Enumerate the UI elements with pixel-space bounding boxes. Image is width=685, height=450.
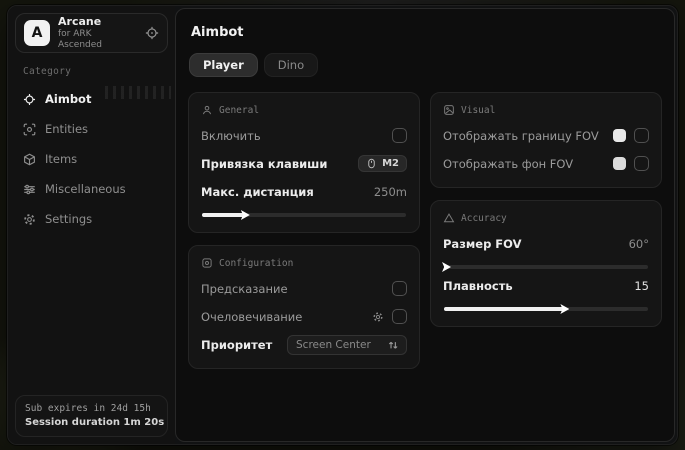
app-name: Arcane	[58, 16, 137, 29]
person-target-icon	[201, 104, 213, 116]
tab-bar: Player Dino	[189, 53, 662, 77]
card-title: Accuracy	[461, 213, 507, 224]
fov-size-slider[interactable]	[444, 265, 648, 269]
gear-icon	[23, 213, 36, 226]
scan-icon	[23, 123, 36, 136]
setting-label: Включить	[201, 129, 261, 143]
sidebar-nav: Aimbot Entities	[8, 82, 175, 236]
sidebar-item-items[interactable]: Items	[15, 144, 168, 174]
session-duration-text: Session duration 1m 20s	[25, 417, 158, 428]
prediction-checkbox[interactable]	[392, 281, 407, 296]
setting-row-fov-border: Отображать границу FOV	[443, 124, 649, 147]
slider-thumb[interactable]	[560, 304, 569, 314]
setting-label: Отображать границу FOV	[443, 129, 599, 143]
setting-row-enable: Включить	[201, 124, 407, 147]
sliders-icon	[23, 183, 36, 196]
sidebar-item-label: Settings	[45, 212, 92, 226]
fov-bg-color-swatch[interactable]	[613, 157, 626, 170]
card-visual: Visual Отображать границу FOV Отображать…	[430, 92, 662, 188]
app-logo-card: A Arcane for ARK Ascended	[15, 13, 168, 53]
fov-border-color-swatch[interactable]	[613, 129, 626, 142]
cheat-window: A Arcane for ARK Ascended Category	[7, 5, 678, 445]
setting-row-fov-size: Размер FOV 60°	[443, 232, 649, 255]
keybind-button[interactable]: M2	[358, 155, 407, 172]
sidebar-item-entities[interactable]: Entities	[15, 114, 168, 144]
setting-row-keybind: Привязка клавиши M2	[201, 152, 407, 175]
setting-row-distance: Макс. дистанция 250m	[201, 180, 407, 203]
smoothness-slider[interactable]	[444, 307, 648, 311]
screen: A Arcane for ARK Ascended Category	[0, 0, 685, 450]
setting-label: Плавность	[443, 279, 513, 293]
crosshair-icon	[23, 93, 36, 106]
sidebar-item-label: Aimbot	[45, 92, 91, 106]
fov-border-checkbox[interactable]	[634, 128, 649, 143]
triangle-icon	[443, 212, 455, 224]
sub-expires-text: Sub expires in 24d 15h	[25, 403, 158, 414]
gear-icon[interactable]	[372, 311, 384, 323]
app-logo: A	[24, 20, 50, 46]
card-title: Visual	[461, 105, 495, 116]
page-title: Aimbot	[191, 25, 662, 40]
config-box-icon	[201, 257, 213, 269]
sidebar-item-label: Miscellaneous	[45, 182, 126, 196]
setting-row-fov-bg: Отображать фон FOV	[443, 152, 649, 175]
sidebar: A Arcane for ARK Ascended Category	[8, 6, 175, 444]
setting-row-prediction: Предсказание	[201, 277, 407, 300]
fov-bg-checkbox[interactable]	[634, 156, 649, 171]
card-configuration: Configuration Предсказание Очеловечивани…	[188, 245, 420, 369]
setting-label: Предсказание	[201, 282, 288, 296]
distance-slider[interactable]	[202, 213, 406, 217]
sidebar-item-settings[interactable]: Settings	[15, 204, 168, 234]
priority-dropdown[interactable]: Screen Center	[287, 335, 407, 355]
humanization-checkbox[interactable]	[392, 309, 407, 324]
enable-checkbox[interactable]	[392, 128, 407, 143]
card-title: Configuration	[219, 258, 293, 269]
distance-value: 250m	[374, 185, 407, 199]
image-icon	[443, 104, 455, 116]
card-general: General Включить Привязка клавиши	[188, 92, 420, 233]
updown-arrows-icon	[388, 339, 398, 350]
subscription-card: Sub expires in 24d 15h Session duration …	[15, 395, 168, 437]
cards-grid: General Включить Привязка клавиши	[188, 92, 662, 369]
setting-row-priority: Приоритет Screen Center	[201, 333, 407, 356]
card-title: General	[219, 105, 259, 116]
sidebar-item-miscellaneous[interactable]: Miscellaneous	[15, 174, 168, 204]
slider-thumb[interactable]	[442, 262, 451, 272]
sidebar-item-label: Items	[45, 152, 77, 166]
smoothness-value: 15	[634, 279, 649, 293]
setting-row-humanization: Очеловечивание	[201, 305, 407, 328]
main-panel: Aimbot Player Dino	[175, 8, 675, 442]
fov-size-value: 60°	[629, 237, 649, 251]
tab-player[interactable]: Player	[189, 53, 258, 77]
keybind-value: M2	[382, 158, 399, 169]
setting-label: Отображать фон FOV	[443, 157, 573, 171]
setting-label: Привязка клавиши	[201, 157, 327, 171]
setting-label: Приоритет	[201, 338, 272, 352]
setting-row-smoothness: Плавность 15	[443, 274, 649, 297]
setting-label: Макс. дистанция	[201, 185, 314, 199]
setting-label: Размер FOV	[443, 237, 522, 251]
slider-thumb[interactable]	[241, 210, 250, 220]
category-label: Category	[8, 53, 175, 82]
target-icon[interactable]	[145, 26, 159, 40]
setting-label: Очеловечивание	[201, 310, 302, 324]
priority-value: Screen Center	[296, 339, 371, 351]
card-accuracy: Accuracy Размер FOV 60° Плавность	[430, 200, 662, 327]
mouse-icon	[366, 158, 377, 169]
tab-dino[interactable]: Dino	[264, 53, 318, 77]
sidebar-item-label: Entities	[45, 122, 88, 136]
sidebar-item-aimbot[interactable]: Aimbot	[15, 84, 168, 114]
app-subtitle: for ARK Ascended	[58, 29, 137, 50]
box-icon	[23, 153, 36, 166]
